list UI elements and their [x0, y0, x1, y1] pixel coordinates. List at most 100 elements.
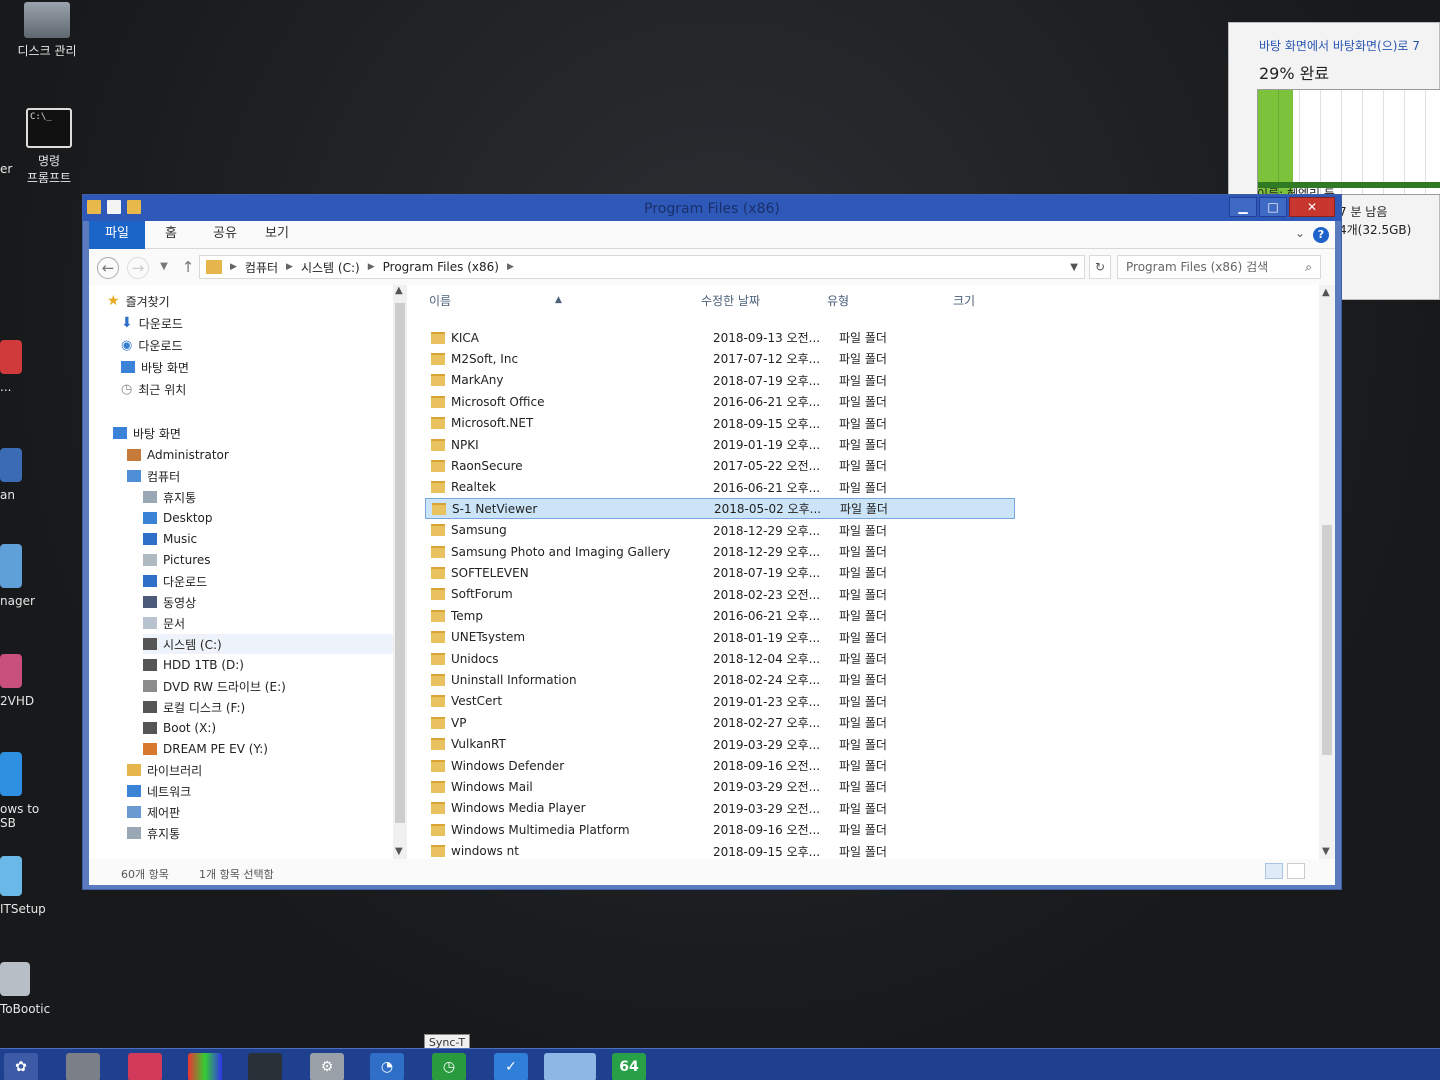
nav-favorites[interactable]: ★ 즐겨찾기 [107, 291, 170, 311]
tab-share[interactable]: 공유 [199, 221, 251, 249]
forward-button[interactable]: → [127, 257, 149, 279]
file-list-pane[interactable]: 이름 ▲ 수정한 날짜 유형 크기 KICA 2018-09-13 오전... 파일… [415, 285, 1335, 859]
taskbar-app-icon[interactable]: ◔ [370, 1053, 404, 1080]
taskbar-app-icon[interactable] [188, 1053, 222, 1080]
file-row[interactable]: KICA 2018-09-13 오전... 파일 폴더 [425, 327, 1015, 348]
taskbar-badge-64[interactable]: 64 [612, 1053, 646, 1080]
nav-fav-downloads-2[interactable]: ◉ 다운로드 [121, 335, 183, 355]
nav-tree-item[interactable]: Music [143, 529, 197, 549]
file-row[interactable]: VulkanRT 2019-03-29 오후... 파일 폴더 [425, 734, 1015, 755]
nav-tree-item[interactable]: 라이브러리 [127, 760, 202, 780]
file-row[interactable]: M2Soft, Inc 2017-07-12 오후... 파일 폴더 [425, 348, 1015, 369]
taskbar-app-icon[interactable] [66, 1053, 100, 1080]
nav-tree-item[interactable]: 제어판 [127, 802, 180, 822]
column-header-type[interactable]: 유형 [827, 285, 849, 315]
nav-fav-downloads[interactable]: ⬇ 다운로드 [121, 313, 183, 333]
scroll-down-arrow-icon[interactable]: ▼ [1322, 846, 1330, 857]
details-view-button[interactable] [1265, 863, 1283, 879]
nav-tree-item[interactable]: 로컬 디스크 (F:) [143, 697, 245, 717]
tab-home[interactable]: 홈 [151, 221, 191, 249]
navigation-scrollbar[interactable]: ▲ ▼ [393, 285, 407, 859]
file-row[interactable]: Windows Defender 2018-09-16 오전... 파일 폴더 [425, 755, 1015, 776]
desktop-icon-command-prompt[interactable]: C:\_ 명령 프롬프트 [4, 108, 94, 186]
nav-tree-item[interactable]: Pictures [143, 550, 211, 570]
ribbon-expand-chevron-icon[interactable]: ⌄ [1295, 226, 1305, 240]
file-row[interactable]: S-1 NetViewer 2018-05-02 오후... 파일 폴더 [425, 498, 1015, 520]
address-dropdown-icon[interactable]: ▼ [1070, 262, 1078, 273]
column-header-size[interactable]: 크기 [953, 285, 975, 315]
desktop-edge-icon[interactable]: ows to SB [0, 752, 39, 830]
nav-tree-item[interactable]: Administrator [127, 445, 229, 465]
breadcrumb-program-files-x86[interactable]: Program Files (x86) [383, 260, 499, 274]
help-icon[interactable]: ? [1313, 227, 1329, 243]
navigation-pane[interactable]: ★ 즐겨찾기 ⬇ 다운로드 ◉ 다운로드 바탕 화면 ◷ 최근 위치 바탕 화면 Adm… [89, 285, 401, 859]
breadcrumb-computer[interactable]: 컴퓨터 [245, 259, 278, 276]
settings-gear-icon[interactable]: ⚙ [310, 1053, 344, 1080]
file-row[interactable]: windows nt 2018-09-15 오후... 파일 폴더 [425, 841, 1015, 859]
breadcrumb-separator-icon[interactable]: ▶ [286, 262, 293, 272]
back-button[interactable]: ← [97, 257, 119, 279]
nav-tree-item[interactable]: Desktop [143, 508, 213, 528]
file-row[interactable]: UNETsystem 2018-01-19 오후... 파일 폴더 [425, 627, 1015, 648]
scroll-up-arrow-icon[interactable]: ▲ [395, 285, 403, 296]
file-row[interactable]: Microsoft.NET 2018-09-15 오후... 파일 폴더 [425, 413, 1015, 434]
taskbar-app-icon[interactable] [248, 1053, 282, 1080]
file-row[interactable]: RaonSecure 2017-05-22 오전... 파일 폴더 [425, 455, 1015, 476]
maximize-button[interactable]: □ [1259, 197, 1287, 217]
file-row[interactable]: VP 2018-02-27 오후... 파일 폴더 [425, 712, 1015, 733]
title-bar[interactable]: Program Files (x86) ▁ □ ✕ [83, 195, 1341, 221]
file-row[interactable]: Realtek 2016-06-21 오후... 파일 폴더 [425, 477, 1015, 498]
file-row[interactable]: Samsung 2018-12-29 오후... 파일 폴더 [425, 520, 1015, 541]
file-row[interactable]: Unidocs 2018-12-04 오후... 파일 폴더 [425, 648, 1015, 669]
desktop-edge-icon[interactable]: ... [0, 340, 22, 394]
explorer-window[interactable]: Program Files (x86) ▁ □ ✕ 파일 홈 공유 보기 ⌄ ?… [82, 194, 1342, 890]
scrollbar-thumb[interactable] [395, 303, 405, 823]
nav-tree-item[interactable]: HDD 1TB (D:) [143, 655, 244, 675]
nav-tree-item[interactable]: 다운로드 [143, 571, 207, 591]
file-row[interactable]: Temp 2016-06-21 오후... 파일 폴더 [425, 605, 1015, 626]
file-row[interactable]: SoftForum 2018-02-23 오전... 파일 폴더 [425, 584, 1015, 605]
desktop-edge-icon[interactable]: an [0, 448, 22, 502]
file-row[interactable]: Windows Mail 2019-03-29 오전... 파일 폴더 [425, 776, 1015, 797]
refresh-button[interactable]: ↻ [1089, 255, 1111, 279]
search-input[interactable]: Program Files (x86) 검색 ⌕ [1117, 255, 1321, 279]
file-row[interactable]: Windows Media Player 2019-03-29 오전... 파일 폴… [425, 798, 1015, 819]
file-list-scrollbar[interactable]: ▲ ▼ [1319, 285, 1335, 859]
nav-tree-item[interactable]: 문서 [143, 613, 185, 633]
scroll-up-arrow-icon[interactable]: ▲ [1322, 287, 1330, 298]
nav-tree-item[interactable]: 휴지통 [127, 823, 180, 843]
minimize-button[interactable]: ▁ [1229, 197, 1257, 217]
tab-view[interactable]: 보기 [251, 221, 303, 249]
taskbar-app-icon[interactable] [128, 1053, 162, 1080]
file-row[interactable]: Microsoft Office 2016-06-21 오후... 파일 폴더 [425, 391, 1015, 412]
desktop-edge-icon[interactable]: nager [0, 544, 35, 608]
desktop-edge-icon[interactable]: 2VHD [0, 654, 34, 708]
breadcrumb-separator-icon[interactable]: ▶ [368, 262, 375, 272]
nav-tree-item[interactable]: Boot (X:) [143, 718, 216, 738]
column-header-date[interactable]: 수정한 날짜 [701, 285, 760, 315]
desktop-edge-icon[interactable]: ITSetup [0, 856, 46, 916]
file-row[interactable]: SOFTELEVEN 2018-07-19 오후... 파일 폴더 [425, 562, 1015, 583]
close-button[interactable]: ✕ [1289, 197, 1335, 217]
file-row[interactable]: Samsung Photo and Imaging Gallery 2018-12… [425, 541, 1015, 562]
address-bar[interactable]: ▶ 컴퓨터 ▶ 시스템 (C:) ▶ Program Files (x86) ▶… [199, 255, 1085, 279]
file-row[interactable]: MarkAny 2018-07-19 오후... 파일 폴더 [425, 370, 1015, 391]
desktop-icon-disk-management[interactable]: 디스크 관리 [2, 2, 92, 59]
nav-tree-item[interactable]: 시스템 (C:) [143, 634, 401, 654]
search-icon[interactable]: ⌕ [1305, 256, 1312, 278]
tab-file[interactable]: 파일 [89, 221, 145, 249]
checkmark-icon[interactable]: ✓ [494, 1053, 528, 1080]
file-row[interactable]: NPKI 2019-01-19 오후... 파일 폴더 [425, 434, 1015, 455]
nav-tree-item[interactable]: 네트워크 [127, 781, 191, 801]
file-row[interactable]: Uninstall Information 2018-02-24 오후... 파일 … [425, 669, 1015, 690]
file-row[interactable]: Windows Multimedia Platform 2018-09-16 오전… [425, 819, 1015, 840]
nav-tree-item[interactable]: 휴지통 [143, 487, 196, 507]
breadcrumb-system-c[interactable]: 시스템 (C:) [301, 259, 360, 276]
up-button[interactable]: ↑ [177, 257, 199, 279]
scrollbar-thumb[interactable] [1322, 525, 1332, 755]
desktop-edge-label[interactable]: er [0, 162, 12, 176]
breadcrumb-separator-icon[interactable]: ▶ [230, 262, 237, 272]
nav-tree-item[interactable]: DREAM PE EV (Y:) [143, 739, 268, 759]
nav-tree-item[interactable]: 컴퓨터 [127, 466, 180, 486]
nav-fav-recent[interactable]: ◷ 최근 위치 [121, 379, 186, 399]
